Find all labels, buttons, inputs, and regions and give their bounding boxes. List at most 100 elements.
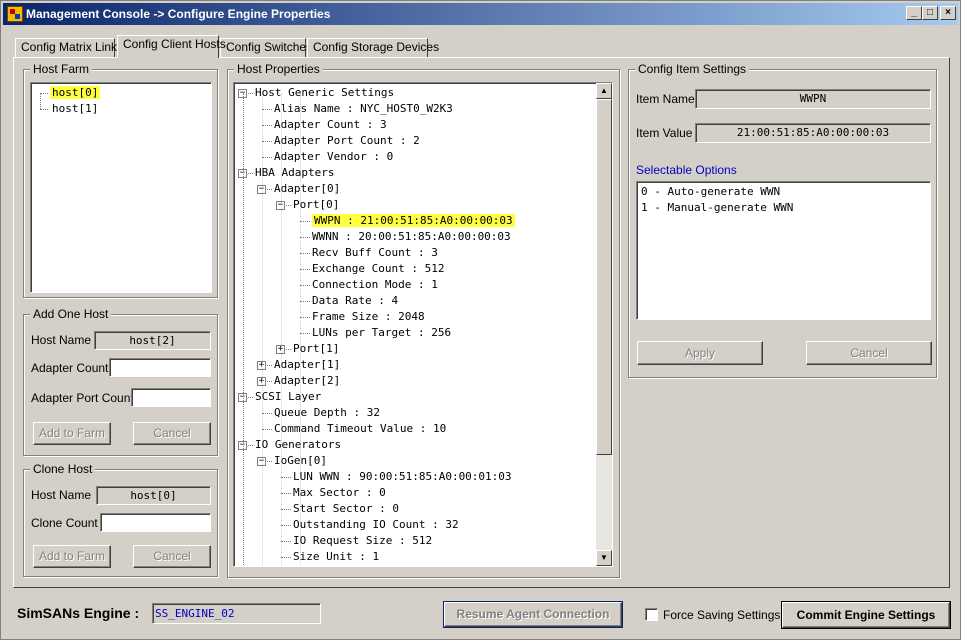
scroll-up-icon[interactable]: ▲ [596,83,612,99]
tree-connector [262,109,272,110]
tree-connector [281,557,291,558]
tree-node-label: WWNN : 20:00:51:85:A0:00:00:03 [312,230,511,243]
tree-connector [281,541,291,542]
tree-connector [243,93,244,566]
tree-node[interactable]: Frame Size : 2048 [312,309,425,325]
tree-node[interactable]: Start Sector : 0 [293,501,399,517]
tree-connector [300,285,310,286]
selectable-options-label: Selectable Options [636,163,737,177]
tree-connector [300,317,310,318]
tree-node[interactable]: SCSI Layer [255,389,321,405]
host-properties-tree[interactable]: − Host Generic Settings Alias Name : NYC_H… [233,82,613,567]
tab-config-storage-devices[interactable]: Config Storage Devices [307,38,439,57]
add-host-cancel-button[interactable]: Cancel [133,422,211,445]
window-title: Management Console -> Configure Engine P… [26,7,331,21]
apply-button[interactable]: Apply [637,341,763,365]
tree-node[interactable]: IO Request Size : 512 [293,533,432,549]
option-item[interactable]: 0 - Auto-generate WWN [641,184,780,200]
adapter-count-label: Adapter Count [31,361,109,375]
clone-host-name-label: Host Name [31,488,92,502]
adapter-port-count-input[interactable] [131,388,211,407]
tree-connector [300,237,310,238]
main-window: Management Console -> Configure Engine P… [0,0,961,640]
tree-node[interactable]: Connection Mode : 1 [312,277,438,293]
tree-node[interactable]: Host Generic Settings [255,85,394,101]
tab-config-switches[interactable]: Config Switches [220,38,312,57]
adapter-port-count-label: Adapter Port Count [31,391,134,405]
tree-node[interactable]: WWNN : 20:00:51:85:A0:00:00:03 [312,229,511,245]
item-value-label: Item Value [636,126,693,140]
tree-node-label: Adapter[2] [274,374,341,387]
tree-node[interactable]: Outstanding IO Count : 32 [293,517,459,533]
tree-connector [281,525,291,526]
tree-node[interactable]: Adapter[2] [274,373,340,389]
tree-connector [281,493,291,494]
tree-node[interactable]: Max Sector : 0 [293,485,386,501]
config-cancel-button[interactable]: Cancel [806,341,932,365]
tree-node[interactable]: LUNs per Target : 256 [312,325,451,341]
tree-node-label: LUN WWN : 90:00:51:85:A0:00:01:03 [293,470,512,483]
tree-node-label: Exchange Count : 512 [312,262,445,275]
engine-field: SS_ENGINE_02 [152,603,321,624]
tree-node[interactable]: Recv Buff Count : 3 [312,245,438,261]
host-farm-item[interactable]: host[0] [50,85,101,101]
tree-node[interactable]: IO Generators [255,437,341,453]
tree-scrollbar[interactable]: ▲ ▼ [596,83,612,566]
tree-node-label: Size Unit : 1 [293,550,380,563]
tree-node[interactable]: Adapter[0] [274,181,340,197]
tree-node-label: WWPN : 21:00:51:85:A0:00:00:03 [312,214,515,227]
resume-agent-button[interactable]: Resume Agent Connection [443,601,623,628]
tree-node[interactable]: Data Rate : 4 [312,293,398,309]
tab-config-matrix-links[interactable]: Config Matrix Links [15,38,123,57]
maximize-button[interactable]: □ [922,6,938,20]
selectable-options-list[interactable]: 0 - Auto-generate WWN 1 - Manual-generat… [636,181,931,320]
add-host-name-label: Host Name [31,333,92,347]
clone-host-add-button[interactable]: Add to Farm [33,545,111,568]
tab-config-client-hosts[interactable]: Config Client Hosts [117,35,226,58]
tree-node[interactable]: Adapter Vendor : 0 [274,149,393,165]
force-saving-label: Force Saving Settings [663,608,781,622]
tree-connector [300,253,310,254]
engine-label: SimSANs Engine : [17,605,140,621]
item-value-field[interactable]: 21:00:51:85:A0:00:00:03 [695,123,931,143]
tree-connector [281,509,291,510]
scroll-down-icon[interactable]: ▼ [596,550,612,566]
host-farm-item-label: host[1] [52,102,99,115]
host-farm-list[interactable]: host[0] host[1] [30,82,212,293]
tree-connector [262,429,272,430]
tree-connector [262,125,272,126]
minimize-button[interactable]: _ [906,6,922,20]
tree-node-label: Host Generic Settings [255,86,395,99]
host-farm-item[interactable]: host[1] [52,101,98,117]
config-item-title: Config Item Settings [635,62,750,76]
tree-node[interactable]: Adapter Count : 3 [274,117,387,133]
clone-count-input[interactable] [100,513,211,532]
tree-node-label: IO Generators [255,438,342,451]
item-name-field: WWPN [695,89,931,109]
scroll-thumb[interactable] [596,99,612,455]
option-item[interactable]: 1 - Manual-generate WWN [641,200,793,216]
clone-host-title: Clone Host [30,462,96,476]
clone-host-cancel-button[interactable]: Cancel [133,545,211,568]
adapter-count-input[interactable] [109,358,211,377]
add-host-title: Add One Host [30,307,112,321]
close-button[interactable]: × [940,6,956,20]
tree-node-label: Data Rate : 4 [312,294,399,307]
tree-node[interactable]: WWPN : 21:00:51:85:A0:00:00:03 [312,213,515,229]
tree-node[interactable]: LUN WWN : 90:00:51:85:A0:00:01:03 [293,469,512,485]
tree-connector [262,157,272,158]
tree-node[interactable]: Exchange Count : 512 [312,261,444,277]
commit-engine-button[interactable]: Commit Engine Settings [781,601,951,629]
tree-connector [300,269,310,270]
force-saving-checkbox[interactable] [645,608,658,621]
tree-node[interactable]: Size Unit : 1 [293,549,379,565]
tree-node-label: Adapter Count : 3 [274,118,387,131]
tree-node[interactable]: Queue Depth : 32 [274,405,380,421]
tree-node[interactable]: Adapter Port Count : 2 [274,133,420,149]
tree-connector [40,93,48,94]
tree-node-label: Outstanding IO Count : 32 [293,518,459,531]
tree-node[interactable]: HBA Adapters [255,165,334,181]
add-host-add-button[interactable]: Add to Farm [33,422,111,445]
tree-node[interactable]: Adapter[1] [274,357,340,373]
tree-connector [262,141,272,142]
